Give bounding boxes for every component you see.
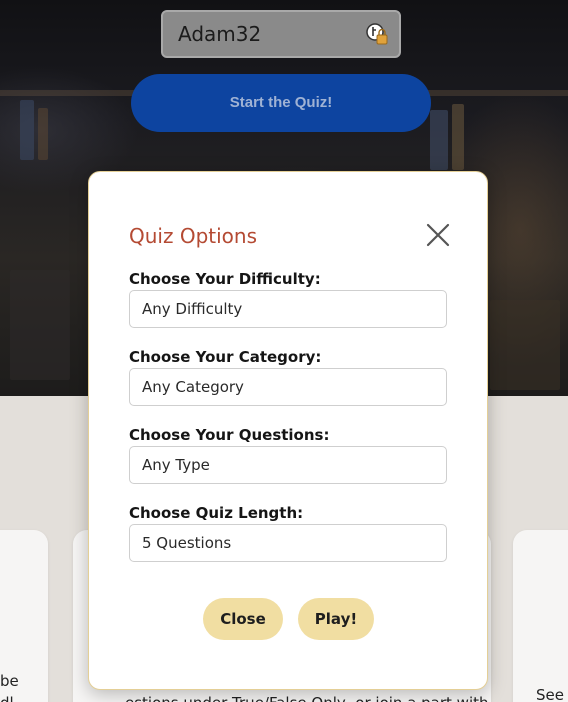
play-button[interactable]: Play! (298, 598, 374, 640)
card-text: estions under True/False Only, or join a… (125, 694, 489, 702)
quiz-length-label: Choose Quiz Length: (129, 504, 304, 522)
book-decoration (452, 104, 464, 170)
quiz-options-modal: Quiz Options Choose Your Difficulty: Any… (88, 171, 488, 690)
book-decoration (490, 300, 560, 390)
question-type-label: Choose Your Questions: (129, 426, 330, 444)
category-label: Choose Your Category: (129, 348, 322, 366)
start-quiz-button[interactable]: Start the Quiz! (131, 74, 431, 132)
card-text: be (0, 672, 19, 690)
feature-card: See y (513, 530, 568, 702)
book-decoration (10, 270, 70, 380)
username-input[interactable]: Adam32 (161, 10, 401, 58)
difficulty-select[interactable]: Any Difficulty (129, 290, 447, 328)
close-button[interactable]: Close (203, 598, 283, 640)
category-select[interactable]: Any Category (129, 368, 447, 406)
book-decoration (20, 100, 34, 160)
difficulty-label: Choose Your Difficulty: (129, 270, 321, 288)
book-decoration (38, 108, 48, 160)
key-lock-icon[interactable] (365, 22, 389, 46)
card-text: See y (536, 686, 568, 702)
card-text: dl (0, 694, 14, 702)
modal-title: Quiz Options (129, 224, 257, 248)
book-decoration (430, 110, 448, 170)
question-type-select[interactable]: Any Type (129, 446, 447, 484)
feature-card: be dl (0, 530, 48, 702)
close-x-icon[interactable] (425, 222, 451, 248)
username-value: Adam32 (178, 22, 262, 46)
quiz-length-select[interactable]: 5 Questions (129, 524, 447, 562)
